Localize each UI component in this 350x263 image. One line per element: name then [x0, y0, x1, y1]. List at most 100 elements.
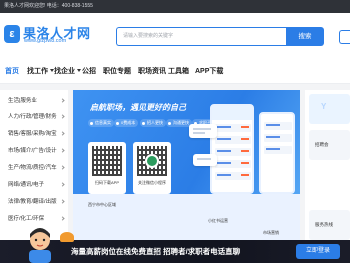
phone-job-row — [215, 172, 251, 180]
sidebar-item-label: 网络/通讯/电子 — [8, 182, 45, 188]
phone-job-title — [266, 148, 280, 150]
chevron-right-icon — [60, 98, 65, 103]
sidebar-item-label: 人力/行政/管理/财务 — [8, 114, 57, 120]
sidebar-item[interactable]: 医疗/化工/环保 — [8, 212, 66, 227]
phone-job-row — [264, 146, 292, 154]
nav-find-job-label: 找工作 — [27, 68, 48, 75]
sidebar-item-label: 生活|服务业 — [8, 98, 37, 104]
nav-public-recruit-label: 公招 — [82, 68, 96, 75]
nav-news[interactable]: 职场资讯 — [138, 62, 166, 84]
job-strip-text: 市场营销 — [263, 230, 279, 235]
phone-job-row — [264, 134, 292, 142]
nav-news-label: 职场资讯 — [138, 68, 166, 75]
header-side-button[interactable] — [339, 30, 350, 44]
sidebar-item-label: 生产/物流/质控/汽车 — [8, 165, 57, 171]
nav-job-topics[interactable]: 职位专题 — [103, 62, 131, 84]
right-panel-tile[interactable]: 招聘会 — [309, 130, 350, 160]
nav-home[interactable]: 首页 — [5, 62, 19, 84]
card-line — [193, 128, 211, 130]
phone-job-row — [264, 122, 292, 130]
site-logo-mark[interactable]: ε — [4, 25, 20, 43]
sidebar-item[interactable]: 网络/通讯/电子 — [8, 178, 66, 193]
phone-job-salary — [241, 174, 249, 176]
phone-job-salary — [241, 138, 249, 140]
promo-bar: 海量高薪岗位在线免费直招 招聘者/求职者电话直聊 立即登录 — [0, 228, 350, 263]
chevron-right-icon — [60, 148, 65, 153]
phone-job-title — [217, 126, 231, 128]
right-side-panel: Y 招聘会 服务热线 — [305, 90, 350, 245]
nav-app-download[interactable]: APP下载 — [195, 62, 223, 84]
card-line — [197, 158, 211, 160]
right-panel-text: 招聘会 — [315, 142, 329, 147]
promo-text: 海量高薪岗位在线免费直招 招聘者/求职者电话直聊 — [71, 247, 241, 256]
floating-job-card — [189, 124, 217, 138]
nav-app-download-label: APP下载 — [195, 68, 224, 75]
phone-mockup-secondary — [259, 112, 295, 194]
category-sidebar: 生活|服务业 人力/行政/管理/财务 销售/客服/采购/淘宝 市场/媒介/广告/… — [0, 90, 68, 245]
phone-job-title — [217, 138, 231, 140]
phone-job-row — [215, 136, 251, 144]
miniprogram-logo-icon — [147, 156, 157, 166]
phone-job-salary — [241, 162, 249, 164]
right-panel-tile[interactable]: Y — [309, 94, 350, 124]
fan-icon — [60, 232, 74, 242]
job-strip-text: 小红书运营 — [208, 218, 228, 223]
search-button[interactable]: 搜索 — [286, 27, 324, 46]
chevron-right-icon — [60, 216, 65, 221]
phone-mockup — [210, 104, 254, 194]
sidebar-item-label: 法律/教育/翻译/出版 — [8, 199, 57, 205]
card-line — [193, 132, 205, 134]
hero-banner[interactable]: 启航职场，遇见更好的自己 信息真实 0费成本 招人更快 沟通更快 求职不求 扫码… — [73, 90, 300, 245]
chevron-right-icon — [60, 165, 65, 170]
sidebar-item-label: 医疗/化工/环保 — [8, 216, 45, 222]
nav-toolbox-label: 工具箱 — [168, 68, 189, 75]
top-info-bar: 果洛人才网欢迎您! 电话：400-838-1555 — [0, 0, 350, 13]
chevron-right-icon — [60, 114, 65, 119]
search-input[interactable]: 请输入要搜索的关键字 — [116, 27, 286, 46]
chevron-right-icon — [60, 131, 65, 136]
sidebar-item[interactable]: 市场/媒介/广告/设计 — [8, 144, 66, 159]
right-panel-tile[interactable]: 服务热线 — [309, 210, 350, 240]
feature-pill: 0费成本 — [114, 119, 139, 127]
sidebar-item[interactable]: 生产/物流/质控/汽车 — [8, 161, 66, 176]
nav-find-job[interactable]: 找工作 — [27, 62, 54, 84]
chevron-down-icon — [77, 69, 81, 72]
chevron-right-icon — [60, 182, 65, 187]
job-strip-text: 西宁市中心区域 — [88, 202, 116, 207]
qr-code-icon — [92, 146, 122, 176]
feature-pill: 招人更快 — [140, 119, 166, 127]
phone-job-title — [217, 162, 231, 164]
phone-job-title — [266, 136, 280, 138]
nav-find-company-label: 找企业 — [54, 68, 75, 75]
phone-job-salary — [241, 150, 249, 152]
phone-job-title — [217, 150, 231, 152]
login-button[interactable]: 立即登录 — [296, 244, 340, 259]
right-panel-letter: Y — [321, 102, 327, 111]
phone-job-row — [215, 160, 251, 168]
nav-toolbox[interactable]: 工具箱 — [168, 62, 189, 84]
site-logo-url: www.glzpw8.com — [24, 38, 67, 44]
nav-home-label: 首页 — [5, 68, 19, 75]
floating-job-card — [193, 154, 217, 166]
feature-pill: 信息真实 — [88, 119, 114, 127]
sidebar-item[interactable]: 生活|服务业 — [8, 94, 66, 109]
main-nav: 首页 找工作 找企业 公招 职位专题 职场资讯 工具箱 APP下载 — [0, 62, 350, 84]
sidebar-item-label: 市场/媒介/广告/设计 — [8, 148, 57, 154]
qr-label: 关注微信小程序 — [138, 180, 166, 185]
sidebar-item[interactable]: 人力/行政/管理/财务 — [8, 110, 66, 125]
nav-public-recruit[interactable]: 公招 — [82, 62, 96, 84]
sidebar-item-label: 销售/客服/采购/淘宝 — [8, 131, 57, 137]
qr-label: 扫码下载APP — [94, 180, 119, 185]
nav-job-topics-label: 职位专题 — [103, 68, 131, 75]
banner-job-strip: 西宁市中心区域 小红书运营 市场营销 — [73, 194, 300, 245]
nav-find-company[interactable]: 找企业 — [54, 62, 81, 84]
sidebar-item[interactable]: 法律/教育/翻译/出版 — [8, 195, 66, 210]
phone-header — [212, 106, 252, 120]
phone-job-row — [215, 124, 251, 132]
chevron-right-icon — [60, 199, 65, 204]
phone-job-title — [217, 174, 231, 176]
phone-job-row — [215, 148, 251, 156]
miniprogram-qr-card: 关注微信小程序 — [133, 142, 171, 194]
sidebar-item[interactable]: 销售/客服/采购/淘宝 — [8, 127, 66, 142]
phone-job-title — [266, 124, 280, 126]
